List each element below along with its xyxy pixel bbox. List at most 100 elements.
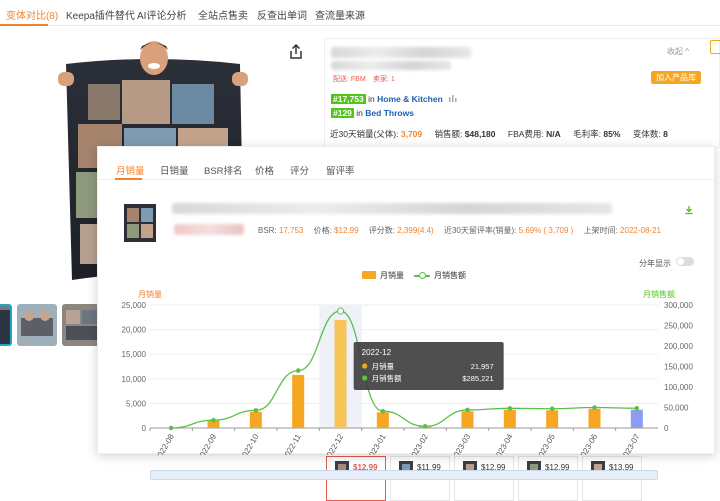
side-edge-button[interactable] xyxy=(710,40,720,54)
rank-sub-number: #129 xyxy=(331,108,354,118)
download-icon[interactable] xyxy=(684,205,694,215)
thumbnail-2[interactable] xyxy=(17,304,57,346)
product-info-card: 配送: FBM 卖家: 1 收起 ^ 加入产品库 #17,753 in Home… xyxy=(324,38,720,148)
stat-margin-value: 85% xyxy=(603,129,621,139)
chart-zoom-scrollbar[interactable] xyxy=(150,470,658,480)
tab-review-rate[interactable]: 留评率 xyxy=(326,163,355,177)
x-tick-label: 2023-05 xyxy=(534,432,557,455)
info-review-rate-value: 5.69% ( 3,709 ) xyxy=(518,226,574,235)
bar-monthly-sales xyxy=(461,411,474,428)
y-tick-label: 25,000 xyxy=(122,301,147,310)
rank-main-category-link[interactable]: Home & Kitchen xyxy=(377,94,443,104)
bar-monthly-sales xyxy=(376,412,389,428)
point-monthly-revenue xyxy=(337,307,344,315)
chart-legend: 月销量 月销售额 xyxy=(362,270,466,281)
rank-sub-category-link[interactable]: Bed Throws xyxy=(365,108,414,118)
bar-chart-icon[interactable] xyxy=(448,94,458,102)
stat-revenue-value: $48,180 xyxy=(464,129,496,139)
tooltip-dot xyxy=(362,375,368,381)
info-price-label: 价格: xyxy=(313,226,332,235)
y-tick-label: 10,000 xyxy=(122,375,147,384)
x-tick-label: 2023-01 xyxy=(365,432,388,455)
tab-traffic-source[interactable]: 查流量来源 xyxy=(315,7,365,22)
point-monthly-revenue xyxy=(253,408,259,413)
point-monthly-revenue xyxy=(168,425,174,431)
y-tick-label: 0 xyxy=(142,424,147,433)
x-tick-label: 2023-02 xyxy=(407,432,430,455)
tab-variant-compare[interactable]: 变体对比(8) xyxy=(6,7,58,22)
thumbnail-1[interactable] xyxy=(0,304,12,346)
add-to-library-button[interactable]: 加入产品库 xyxy=(651,71,701,84)
panel-asin-redacted xyxy=(174,224,244,235)
tooltip-row-label: 月销售额 xyxy=(372,373,402,383)
tab-global-sites[interactable]: 全站点售卖 xyxy=(198,7,248,22)
tooltip-row-label: 月销量 xyxy=(372,361,395,371)
info-bsr: BSR: 17,753 xyxy=(258,226,303,235)
thumbnail-3[interactable] xyxy=(62,304,102,346)
stat-revenue-label: 销售额: xyxy=(434,129,463,139)
tab-price[interactable]: 价格 xyxy=(255,163,274,177)
point-monthly-revenue xyxy=(465,407,470,413)
y2-tick-label: 150,000 xyxy=(664,363,693,372)
collapse-button[interactable]: 收起 ^ xyxy=(667,46,689,57)
y2-tick-label: 100,000 xyxy=(664,383,693,392)
y2-axis-title: 月销售额 xyxy=(643,289,675,299)
year-display-toggle[interactable] xyxy=(676,257,694,266)
x-tick-label: 2023-03 xyxy=(450,432,473,455)
x-tick-label: 2023-07 xyxy=(619,432,642,455)
panel-product-thumb xyxy=(124,204,156,242)
y2-tick-label: 0 xyxy=(664,424,669,433)
tab-daily-sales[interactable]: 日销量 xyxy=(160,163,189,177)
stat-30d-sales-label: 近30天销量(父体): xyxy=(330,129,399,139)
point-monthly-revenue xyxy=(592,405,597,410)
panel-active-tab-underline xyxy=(115,178,142,180)
y2-tick-label: 250,000 xyxy=(664,322,693,331)
tab-monthly-sales[interactable]: 月销量 xyxy=(116,163,145,177)
bar-monthly-sales xyxy=(503,409,516,428)
info-price-value: $12.99 xyxy=(334,226,359,235)
tab-bsr-rank[interactable]: BSR排名 xyxy=(204,163,243,177)
stat-variants-label: 变体数: xyxy=(632,129,661,139)
fulfillment-badge: 配送: FBM xyxy=(333,76,366,83)
product-title-redacted xyxy=(331,47,471,58)
point-monthly-revenue xyxy=(507,406,513,411)
rank-sub-in: in xyxy=(356,108,363,118)
y-tick-label: 5,000 xyxy=(126,399,147,408)
stat-fba-value: N/A xyxy=(546,129,561,139)
info-listing-date-label: 上架时间: xyxy=(583,226,618,235)
bar-monthly-sales xyxy=(588,408,601,428)
x-tick-label: 2022-09 xyxy=(196,432,219,455)
tab-ai-review[interactable]: AI评论分析 xyxy=(137,7,186,22)
stat-variants: 变体数: 8 xyxy=(633,129,668,139)
share-icon[interactable] xyxy=(286,42,306,62)
panel-tabs: 月销量 日销量 BSR排名 价格 评分 留评率 xyxy=(98,147,716,180)
legend-line-label[interactable]: 月销售额 xyxy=(434,271,466,280)
bar-monthly-sales xyxy=(630,409,643,428)
point-monthly-revenue xyxy=(380,408,386,414)
rank-main-in: in xyxy=(368,94,375,104)
point-monthly-revenue xyxy=(422,424,428,429)
point-monthly-revenue xyxy=(211,417,216,423)
legend-bar-swatch xyxy=(362,271,376,279)
x-tick-label: 2022-11 xyxy=(281,432,303,455)
stat-fba: FBA费用: N/A xyxy=(508,129,561,139)
seller-count-badge: 卖家: 1 xyxy=(373,76,395,83)
tab-rating[interactable]: 评分 xyxy=(290,163,309,177)
legend-bar-label[interactable]: 月销量 xyxy=(380,271,404,280)
top-nav: 变体对比(8) Keepa插件替代 AI评论分析 全站点售卖 反查出单词 查流量… xyxy=(0,0,720,26)
info-bsr-label: BSR: xyxy=(258,226,277,235)
bar-monthly-sales xyxy=(249,411,262,428)
tooltip-row-value: $285,221 xyxy=(462,374,493,383)
x-tick-label: 2022-10 xyxy=(238,432,261,455)
stat-margin-label: 毛利率: xyxy=(573,129,602,139)
stat-fba-label: FBA费用: xyxy=(507,129,544,139)
tab-keepa[interactable]: Keepa插件替代 xyxy=(66,7,135,22)
y-tick-label: 15,000 xyxy=(122,350,147,359)
info-ratings: 评分数: 2,399(4.4) xyxy=(369,226,434,235)
info-listing-date-value: 2022-08-21 xyxy=(620,226,661,235)
tab-reverse-keywords[interactable]: 反查出单词 xyxy=(257,7,307,22)
y-tick-label: 20,000 xyxy=(122,326,147,335)
sales-chart[interactable]: 月销量 月销售额05,00010,00015,00020,00025,000050… xyxy=(98,285,716,455)
x-tick-label: 2023-04 xyxy=(492,432,515,455)
tooltip-row-value: 21,957 xyxy=(471,362,494,371)
